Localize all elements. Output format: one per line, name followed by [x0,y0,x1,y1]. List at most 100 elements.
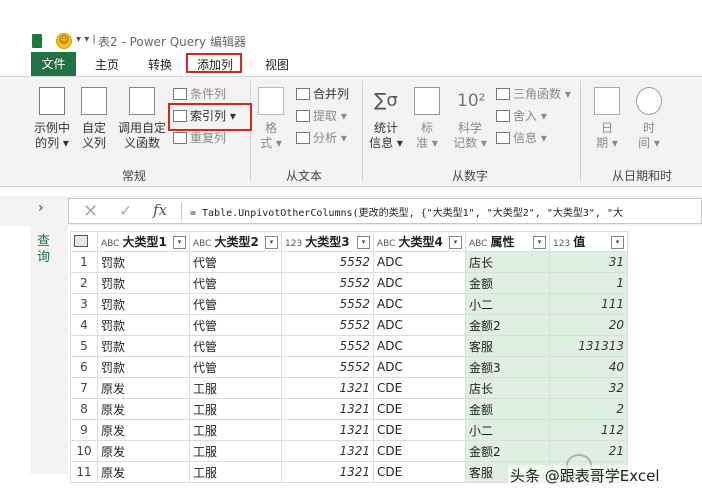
text-type-icon[interactable]: ABC [469,239,487,249]
column-header[interactable]: ABC 大类型1 ▾ [97,231,190,252]
table-cell[interactable]: 原发 [97,377,190,399]
expand-queries-chevron-icon[interactable]: › [38,200,44,216]
table-cell[interactable]: 代管 [189,272,282,294]
row-number[interactable]: 1 [70,251,98,273]
table-menu-button[interactable] [70,231,98,252]
table-cell[interactable]: ADC [373,293,466,315]
row-number[interactable]: 9 [70,419,98,441]
table-cell[interactable]: 5552 [281,251,374,273]
table-cell[interactable]: 代管 [189,356,282,378]
table-cell[interactable]: 5552 [281,272,374,294]
table-cell[interactable]: CDE [373,398,466,420]
column-header[interactable]: 123 大类型3 ▾ [281,231,374,252]
column-from-examples-button[interactable]: 示例中 的列 ▾ [30,87,74,151]
queries-pane-collapsed[interactable]: 查询 [30,226,68,474]
duplicate-column-button[interactable]: 重复列 [173,129,226,147]
table-cell[interactable]: 客服 [465,335,550,357]
table-cell[interactable]: 金额3 [465,356,550,378]
table-cell[interactable]: 原发 [97,398,190,420]
filter-dropdown-icon[interactable]: ▾ [265,236,278,249]
table-row[interactable]: 7 原发 工服 1321 CDE 店长 32 [70,377,628,399]
standard-button[interactable]: 标 准 ▾ [412,87,442,151]
table-cell[interactable]: 金额2 [465,440,550,462]
row-number[interactable]: 5 [70,335,98,357]
conditional-column-button[interactable]: 条件列 [173,85,226,103]
table-cell[interactable]: 原发 [97,419,190,441]
row-number[interactable]: 7 [70,377,98,399]
column-header-selected[interactable]: 123 值 ▾ [549,231,628,252]
table-cell[interactable]: 罚款 [97,251,190,273]
extract-button[interactable]: 提取 ▾ [296,107,347,125]
table-cell[interactable]: 工服 [189,461,282,483]
table-cell[interactable]: ADC [373,335,466,357]
table-row[interactable]: 1 罚款 代管 5552 ADC 店长 31 [70,251,628,273]
format-button[interactable]: 格 式 ▾ [256,87,286,151]
quick-access-toolbar[interactable]: ▾ ▾ | [76,34,96,45]
table-row[interactable]: 10 原发 工服 1321 CDE 金额2 21 [70,440,628,462]
rounding-button[interactable]: 舍入 ▾ [496,107,547,125]
table-cell[interactable]: 5552 [281,314,374,336]
table-cell[interactable]: 金额 [465,398,550,420]
formula-input[interactable]: = Table.UnpivotOtherColumns(更改的类型, {"大类型… [190,204,700,219]
table-cell[interactable]: 5552 [281,293,374,315]
table-cell[interactable]: 5552 [281,356,374,378]
row-number[interactable]: 2 [70,272,98,294]
table-cell[interactable]: 罚款 [97,314,190,336]
menu-home[interactable]: 主页 [95,56,119,73]
table-cell[interactable]: 1321 [281,419,374,441]
table-cell[interactable]: 31 [549,251,628,273]
filter-dropdown-icon[interactable]: ▾ [611,236,624,249]
table-cell[interactable]: 小二 [465,419,550,441]
table-cell[interactable]: 32 [549,377,628,399]
column-header[interactable]: ABC 大类型2 ▾ [189,231,282,252]
row-number[interactable]: 8 [70,398,98,420]
table-cell[interactable]: 40 [549,356,628,378]
merge-columns-button[interactable]: 合并列 [296,85,349,103]
table-cell[interactable]: 5552 [281,335,374,357]
invoke-custom-function-button[interactable]: 调用自定 义函数 [115,87,169,151]
table-row[interactable]: 3 罚款 代管 5552 ADC 小二 111 [70,293,628,315]
menu-view[interactable]: 视图 [265,56,289,73]
table-cell[interactable]: ADC [373,314,466,336]
table-cell[interactable]: ADC [373,251,466,273]
table-cell[interactable]: 112 [549,419,628,441]
table-cell[interactable]: 代管 [189,314,282,336]
time-button[interactable]: 时 间 ▾ [634,87,664,151]
table-cell[interactable]: 小二 [465,293,550,315]
fx-icon[interactable]: fx [153,201,167,219]
custom-column-button[interactable]: 自定 义列 [79,87,109,151]
table-cell[interactable]: 131313 [549,335,628,357]
table-cell[interactable]: CDE [373,461,466,483]
smiley-feedback-icon[interactable]: ☺ [56,33,72,49]
table-cell[interactable]: 1 [549,272,628,294]
row-number[interactable]: 10 [70,440,98,462]
table-row[interactable]: 6 罚款 代管 5552 ADC 金额3 40 [70,356,628,378]
menu-file[interactable]: 文件 [31,52,76,76]
table-cell[interactable]: CDE [373,377,466,399]
table-cell[interactable]: 2 [549,398,628,420]
table-row[interactable]: 9 原发 工服 1321 CDE 小二 112 [70,419,628,441]
statistics-button[interactable]: ∑σ 统计 信息 ▾ [368,87,404,151]
filter-dropdown-icon[interactable]: ▾ [533,236,546,249]
table-row[interactable]: 2 罚款 代管 5552 ADC 金额 1 [70,272,628,294]
table-cell[interactable]: 店长 [465,377,550,399]
table-cell[interactable]: 店长 [465,251,550,273]
table-cell[interactable]: 罚款 [97,335,190,357]
table-row[interactable]: 5 罚款 代管 5552 ADC 客服 131313 [70,335,628,357]
table-cell[interactable]: ADC [373,272,466,294]
table-cell[interactable]: 罚款 [97,293,190,315]
table-cell[interactable]: 1321 [281,398,374,420]
table-cell[interactable]: 工服 [189,440,282,462]
date-button[interactable]: 日 期 ▾ [592,87,622,151]
table-cell[interactable]: 工服 [189,398,282,420]
number-type-icon[interactable]: 123 [553,239,570,249]
table-row[interactable]: 8 原发 工服 1321 CDE 金额 2 [70,398,628,420]
scientific-button[interactable]: 10² 科学 记数 ▾ [450,87,490,151]
text-type-icon[interactable]: ABC [101,239,119,249]
table-cell[interactable]: 罚款 [97,272,190,294]
table-cell[interactable]: 代管 [189,251,282,273]
filter-dropdown-icon[interactable]: ▾ [449,236,462,249]
table-cell[interactable]: 工服 [189,419,282,441]
table-cell[interactable]: 20 [549,314,628,336]
cancel-formula-icon[interactable]: ✕ [83,201,98,222]
